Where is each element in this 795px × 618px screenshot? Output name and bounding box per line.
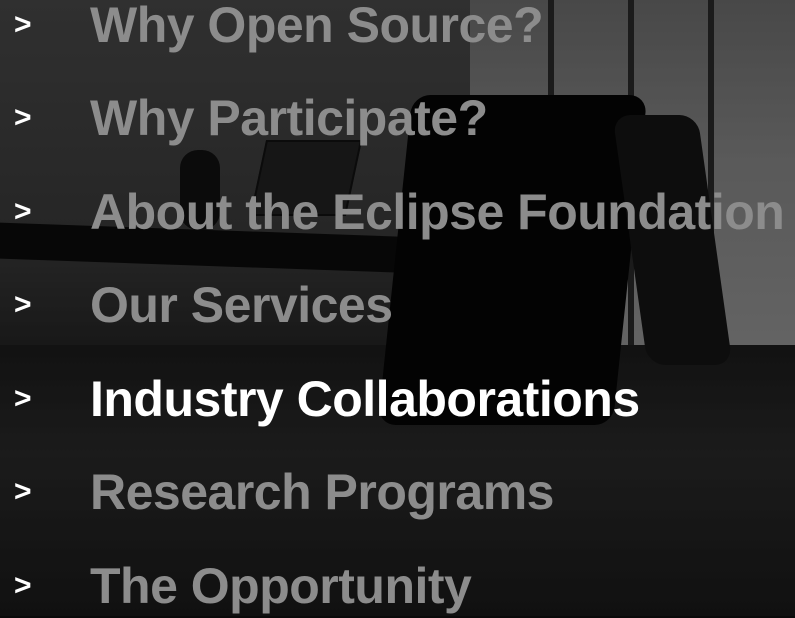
menu-item-our-services[interactable]: > Our Services — [0, 273, 795, 337]
menu-item-about-eclipse-foundation[interactable]: > About the Eclipse Foundation — [0, 180, 795, 244]
menu-item-label: The Opportunity — [90, 558, 472, 614]
menu-item-label: Why Participate? — [90, 90, 488, 146]
menu-item-why-participate[interactable]: > Why Participate? — [0, 86, 795, 150]
chevron-right-icon: > — [14, 8, 32, 41]
menu-item-why-open-source[interactable]: > Why Open Source? — [0, 0, 795, 57]
menu-item-label: Industry Collaborations — [90, 371, 640, 427]
chevron-right-icon: > — [14, 288, 32, 321]
menu-item-label: Research Programs — [90, 464, 554, 520]
menu-item-label: Our Services — [90, 277, 393, 333]
chevron-right-icon: > — [14, 382, 32, 415]
menu-item-research-programs[interactable]: > Research Programs — [0, 460, 795, 524]
menu-item-the-opportunity[interactable]: > The Opportunity — [0, 554, 795, 618]
chevron-right-icon: > — [14, 195, 32, 228]
chevron-right-icon: > — [14, 569, 32, 602]
menu-item-industry-collaborations[interactable]: > Industry Collaborations — [0, 367, 795, 431]
chevron-right-icon: > — [14, 475, 32, 508]
menu-item-label: About the Eclipse Foundation — [90, 184, 785, 240]
chevron-right-icon: > — [14, 101, 32, 134]
menu-item-label: Why Open Source? — [90, 0, 544, 53]
navigation-menu: > Why Open Source? > Why Participate? > … — [0, 0, 795, 616]
